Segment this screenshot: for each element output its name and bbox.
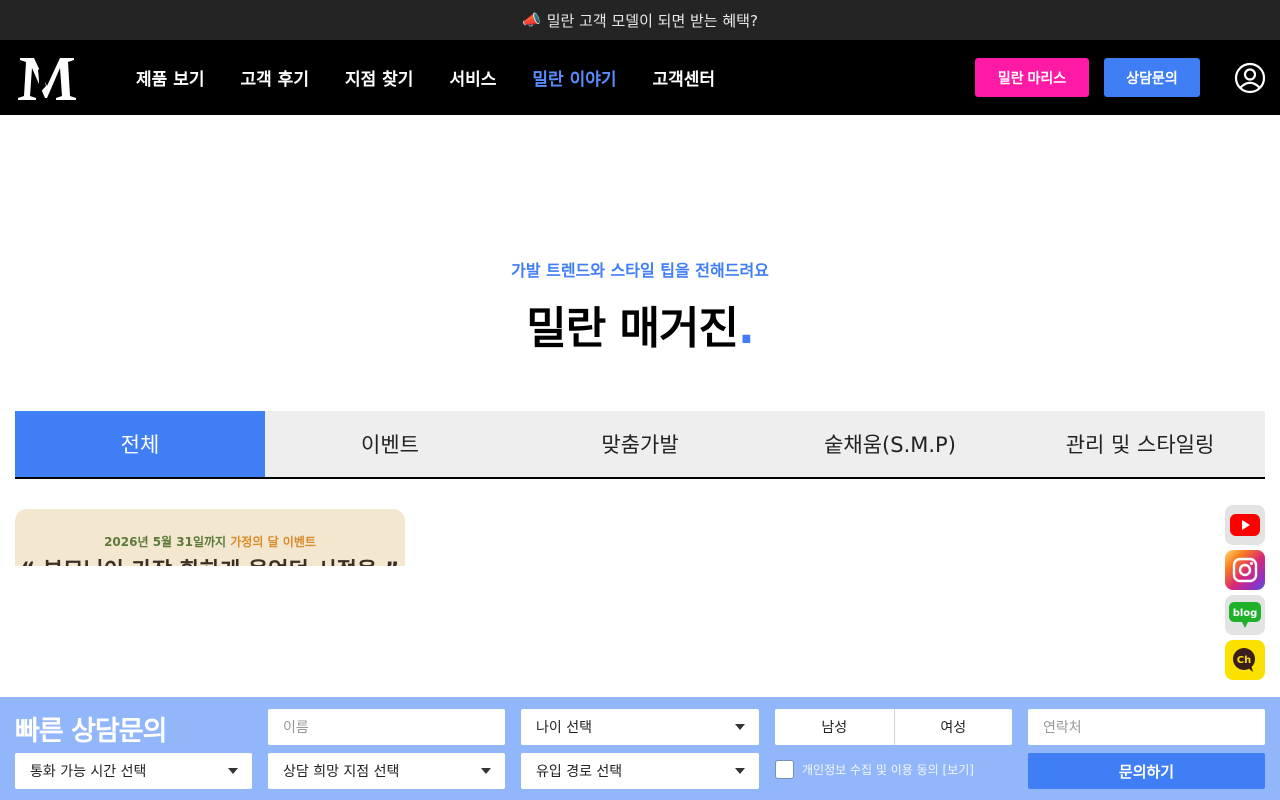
card-headline: “ 부모님이 가장 환하게 웃었던 시절을 ”	[15, 553, 405, 566]
kakao-channel-icon[interactable]: Ch	[1225, 640, 1265, 680]
age-select-label: 나이 선택	[536, 720, 592, 736]
site-header: 제품 보기 고객 후기 지점 찾기 서비스 밀란 이야기 고객센터 밀란 마리스…	[0, 40, 1280, 115]
quick-consult-bar: 빠른 상담문의 이름 나이 선택 남성 여성 연락처 통화 가능 시간 선택 상…	[0, 697, 1280, 800]
tab-event[interactable]: 이벤트	[265, 411, 515, 477]
card-caption: 2026년 5월 31일까지 가정의 달 이벤트	[104, 535, 316, 549]
chevron-down-icon	[228, 768, 238, 774]
announcement-bar[interactable]: 📣 밀란 고객 모델이 되면 받는 혜택?	[0, 0, 1280, 40]
nav-products[interactable]: 제품 보기	[136, 65, 204, 90]
megaphone-icon: 📣	[522, 11, 541, 29]
source-select[interactable]: 유입 경로 선택	[521, 753, 759, 789]
name-input[interactable]: 이름	[268, 709, 505, 745]
consent-label[interactable]: 개인정보 수집 및 이용 동의 [보기]	[802, 761, 974, 778]
svg-text:blog: blog	[1233, 608, 1258, 619]
tab-custom-wig[interactable]: 맞춤가발	[515, 411, 765, 477]
call-time-select[interactable]: 통화 가능 시간 선택	[15, 753, 252, 789]
nav-service[interactable]: 서비스	[449, 65, 496, 90]
page-title-text: 밀란 매거진	[526, 303, 739, 354]
call-time-select-label: 통화 가능 시간 선택	[30, 764, 147, 780]
chevron-down-icon	[735, 724, 745, 730]
chevron-down-icon	[735, 768, 745, 774]
page-title: 밀란 매거진.	[0, 292, 1280, 356]
user-icon[interactable]	[1234, 62, 1266, 94]
gender-male-button[interactable]: 남성	[775, 709, 894, 745]
page-subtitle: 가발 트렌드와 스타일 팁을 전해드려요	[511, 261, 769, 280]
age-select[interactable]: 나이 선택	[521, 709, 759, 745]
tab-all[interactable]: 전체	[15, 411, 265, 477]
phone-input[interactable]: 연락처	[1028, 709, 1265, 745]
branch-select-label: 상담 희망 지점 선택	[283, 764, 400, 780]
announcement-text[interactable]: 밀란 고객 모델이 되면 받는 혜택?	[547, 10, 758, 31]
nav-customer-center[interactable]: 고객센터	[653, 65, 716, 90]
category-tabs: 전체 이벤트 맞춤가발 숱채움(S.M.P) 관리 및 스타일링	[15, 411, 1265, 479]
card-caption-highlight: 가정의 달 이벤트	[230, 535, 316, 549]
blog-icon[interactable]: blog	[1225, 595, 1265, 635]
youtube-icon[interactable]	[1225, 505, 1265, 545]
title-dot: .	[738, 303, 755, 354]
branch-select[interactable]: 상담 희망 지점 선택	[268, 753, 505, 789]
quick-consult-title: 빠른 상담문의	[15, 716, 167, 747]
gender-toggle: 남성 여성	[775, 709, 1012, 745]
consult-button[interactable]: 상담문의	[1104, 58, 1200, 97]
nav-milan-story[interactable]: 밀란 이야기	[532, 65, 616, 90]
chevron-down-icon	[481, 768, 491, 774]
milan-mars-button[interactable]: 밀란 마리스	[975, 58, 1089, 97]
gender-female-button[interactable]: 여성	[893, 709, 1013, 745]
magazine-card[interactable]: 2026년 5월 31일까지 가정의 달 이벤트 “ 부모님이 가장 환하게 웃…	[15, 509, 405, 566]
source-select-label: 유입 경로 선택	[536, 764, 623, 780]
tab-care-styling[interactable]: 관리 및 스타일링	[1015, 411, 1265, 477]
consent-checkbox[interactable]	[775, 760, 794, 779]
main-nav: 제품 보기 고객 후기 지점 찾기 서비스 밀란 이야기 고객센터	[136, 40, 751, 115]
svg-text:Ch: Ch	[1237, 655, 1251, 666]
instagram-icon[interactable]	[1225, 550, 1265, 590]
milan-logo[interactable]	[16, 56, 78, 100]
privacy-consent[interactable]: 개인정보 수집 및 이용 동의 [보기]	[775, 760, 974, 779]
submit-inquiry-button[interactable]: 문의하기	[1028, 753, 1265, 789]
nav-reviews[interactable]: 고객 후기	[240, 65, 308, 90]
nav-branches[interactable]: 지점 찾기	[345, 65, 413, 90]
tab-smp[interactable]: 숱채움(S.M.P)	[765, 411, 1015, 477]
